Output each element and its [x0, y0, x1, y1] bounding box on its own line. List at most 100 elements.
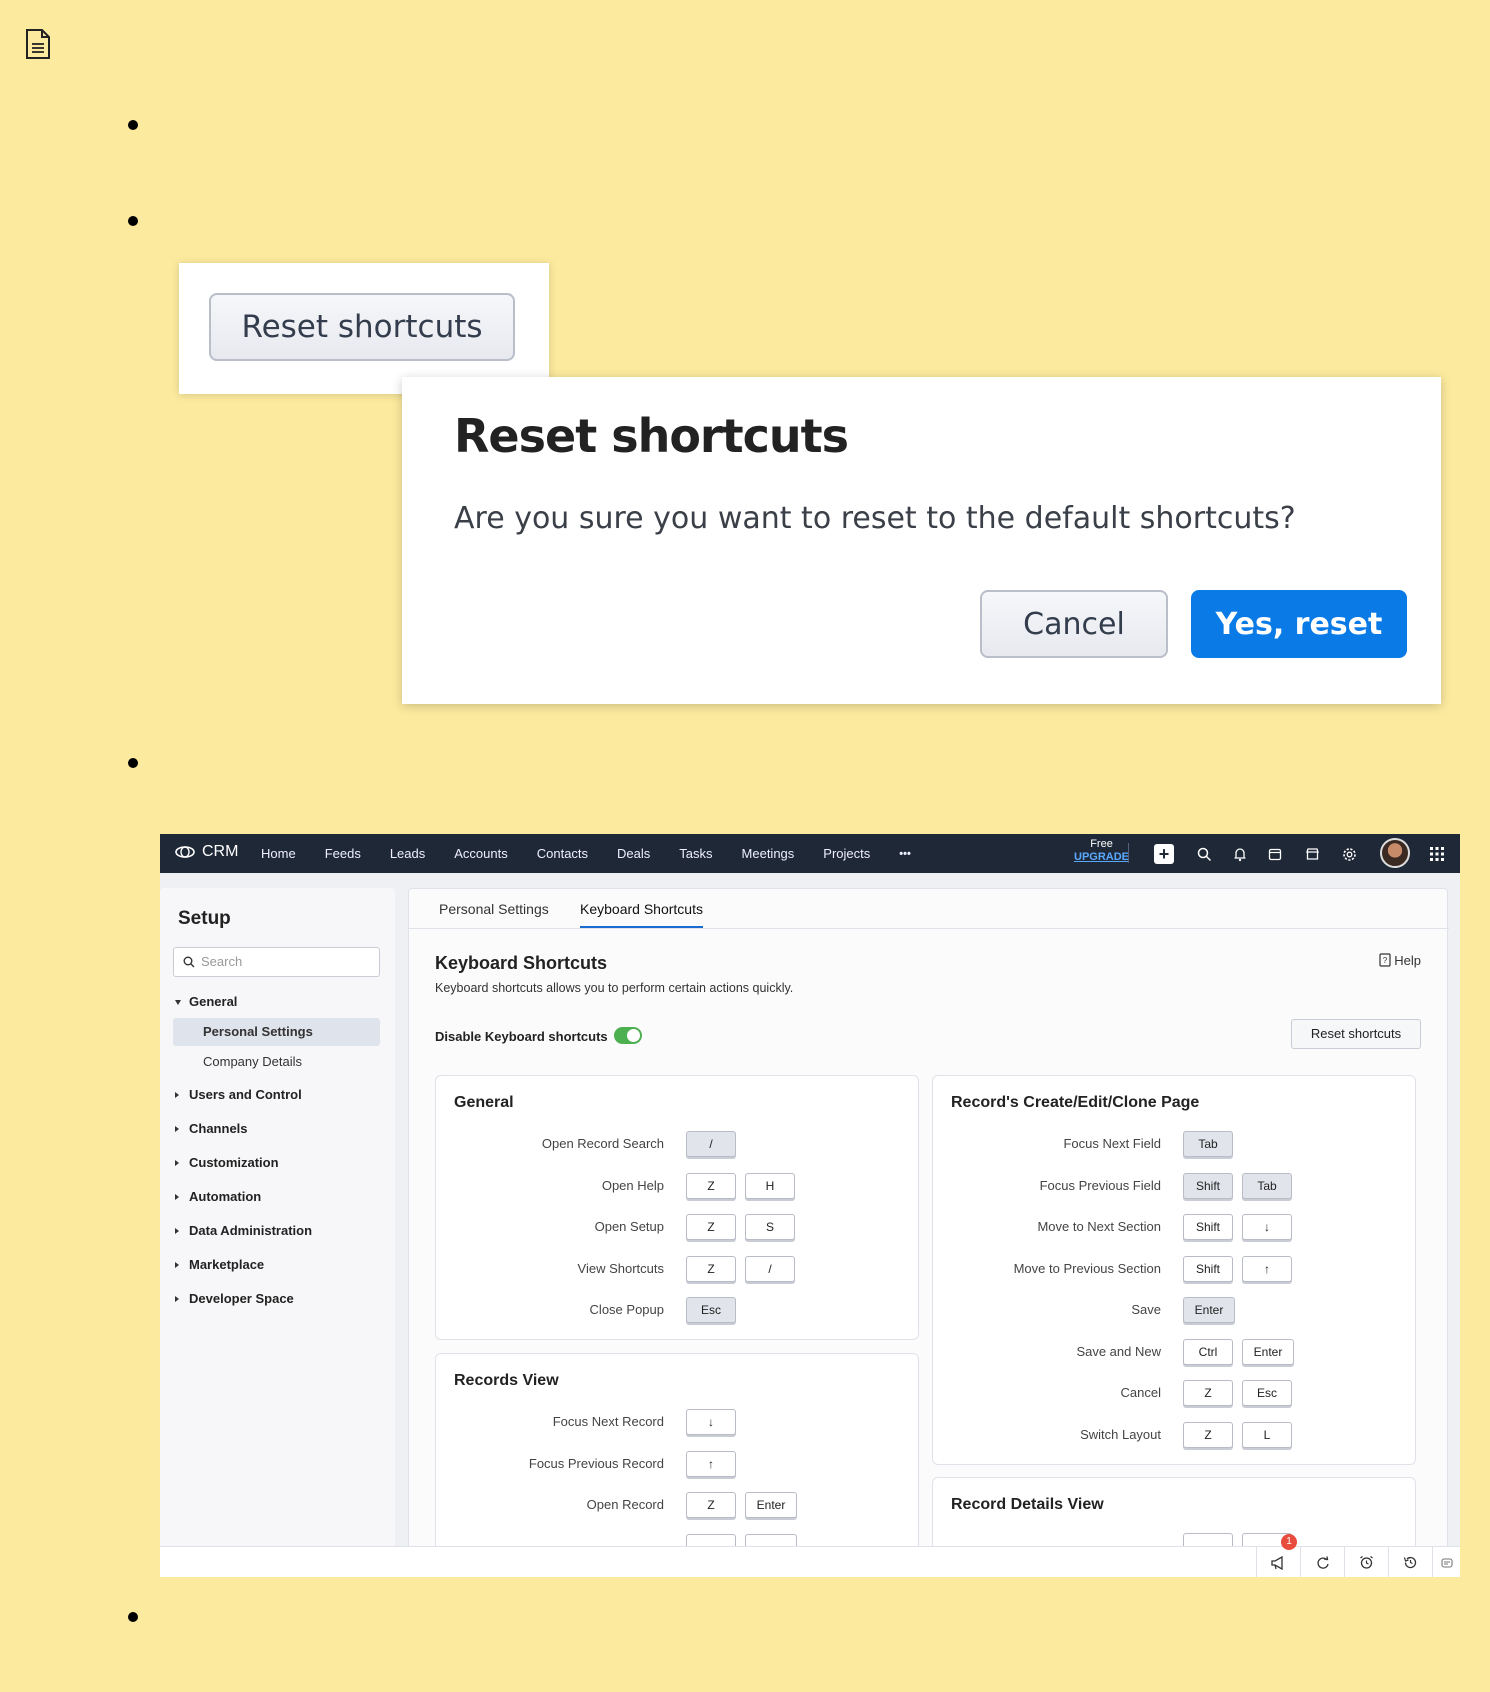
shortcut-label: Move to Previous Section [1013, 1261, 1161, 1276]
key-cap: S [745, 1214, 795, 1240]
plus-icon[interactable]: + [1154, 844, 1174, 864]
svg-text:?: ? [1382, 956, 1387, 965]
card-title: Record Details View [951, 1496, 1104, 1513]
shortcut-row: Move to Next Section [933, 1214, 1161, 1240]
sidebar-item-marketplace[interactable]: Marketplace [173, 1251, 380, 1279]
shortcut-label: Move to Next Section [1037, 1219, 1161, 1234]
sidebar-item-label: Data Administration [189, 1223, 313, 1238]
shortcut-label: Open Record [586, 1497, 664, 1512]
search-icon[interactable] [1194, 844, 1214, 864]
sidebar-item-label: General [189, 994, 238, 1009]
sidebar-item-label: Personal Settings [203, 1024, 313, 1039]
alarm-clock-icon[interactable] [1344, 1547, 1388, 1577]
nav-home[interactable]: Home [261, 846, 296, 861]
key-cap: Shift [1183, 1214, 1233, 1240]
shortcut-row: Close Popup [436, 1297, 664, 1323]
key-cap: Z [686, 1214, 736, 1240]
key-cap: ↓ [686, 1409, 736, 1435]
key-cap: Shift [1183, 1256, 1233, 1282]
key-cap: Z [1183, 1422, 1233, 1448]
plan-indicator[interactable]: Free UPGRADE [1074, 838, 1129, 864]
shortcut-label: Save [1131, 1302, 1161, 1317]
nav-accounts[interactable]: Accounts [454, 846, 507, 861]
more-menu-icon[interactable]: ••• [899, 848, 911, 860]
sidebar-item-label: Customization [189, 1155, 279, 1170]
sidebar-item-data-administration[interactable]: Data Administration [173, 1217, 380, 1245]
key-cap: Tab [1183, 1131, 1233, 1157]
disable-shortcuts-toggle[interactable] [614, 1027, 642, 1044]
nav-leads[interactable]: Leads [390, 846, 425, 861]
shortcut-row: Open Help [436, 1173, 664, 1199]
shortcut-row: Save and New [933, 1339, 1161, 1365]
key-cap: Z [686, 1256, 736, 1282]
key-cap: / [686, 1131, 736, 1157]
upgrade-link[interactable]: UPGRADE [1074, 851, 1129, 864]
sidebar-item-label: Marketplace [189, 1257, 265, 1272]
shortcut-row: Open Record [436, 1492, 664, 1518]
notification-badge: 1 [1281, 1534, 1297, 1550]
crm-logo-icon [175, 846, 195, 858]
announcement-icon[interactable] [1256, 1547, 1300, 1577]
tab-personal-settings[interactable]: Personal Settings [439, 901, 549, 917]
card-title: Records View [454, 1372, 559, 1389]
sidebar-item-channels[interactable]: Channels [173, 1115, 380, 1143]
shortcut-label: Focus Next Record [552, 1414, 664, 1429]
sidebar-item-general[interactable]: General [173, 988, 380, 1016]
calendar-icon[interactable] [1265, 844, 1285, 864]
main-nav: Home Feeds Leads Accounts Contacts Deals… [261, 834, 940, 873]
record-create-edit-card: Record's Create/Edit/Clone Page Focus Ne… [932, 1075, 1416, 1465]
crm-logo[interactable]: CRM [174, 843, 238, 861]
shortcut-row: Focus Next Field [933, 1131, 1161, 1157]
key-cap: Esc [1242, 1380, 1292, 1406]
chevron-right-icon [175, 1160, 179, 1166]
key-cap: Esc [686, 1297, 736, 1323]
sidebar-item-automation[interactable]: Automation [173, 1183, 380, 1211]
sidebar-item-personal-settings[interactable]: Personal Settings [173, 1018, 380, 1046]
history-icon[interactable] [1388, 1547, 1432, 1577]
apps-grid-icon[interactable] [1427, 844, 1447, 864]
sidebar-item-developer-space[interactable]: Developer Space [173, 1285, 380, 1313]
gear-icon[interactable] [1339, 844, 1359, 864]
dialog-message: Are you sure you want to reset to the de… [454, 501, 1296, 536]
shortcut-label: View Shortcuts [577, 1261, 664, 1276]
nav-meetings[interactable]: Meetings [742, 846, 795, 861]
chevron-down-icon [175, 1000, 181, 1005]
avatar[interactable] [1380, 838, 1410, 868]
marketplace-icon[interactable] [1302, 844, 1322, 864]
reset-shortcuts-button[interactable]: Reset shortcuts [209, 293, 515, 361]
confirm-reset-button[interactable]: Yes, reset [1191, 590, 1407, 658]
shortcut-row: Save [933, 1297, 1161, 1323]
nav-feeds[interactable]: Feeds [325, 846, 361, 861]
sidebar-search-input[interactable]: Search [173, 947, 380, 977]
shortcut-label: Focus Previous Field [1039, 1178, 1161, 1193]
chat-icon[interactable] [1432, 1547, 1460, 1577]
nav-tasks[interactable]: Tasks [679, 846, 712, 861]
key-cap: Enter [745, 1492, 797, 1518]
nav-contacts[interactable]: Contacts [537, 846, 588, 861]
shortcut-label: Close Popup [589, 1302, 664, 1317]
help-icon: ? [1379, 953, 1391, 967]
key-cap: Z [1183, 1380, 1233, 1406]
sidebar-item-users-and-control[interactable]: Users and Control [173, 1081, 380, 1109]
bottom-toolbar [160, 1546, 1460, 1577]
plan-free-label: Free [1090, 838, 1113, 850]
key-cap: Enter [1183, 1297, 1235, 1323]
nav-deals[interactable]: Deals [617, 846, 650, 861]
cancel-button[interactable]: Cancel [980, 590, 1168, 658]
reset-confirm-dialog: Reset shortcuts Are you sure you want to… [402, 377, 1441, 704]
shortcut-label: Switch Layout [1080, 1427, 1161, 1442]
shortcut-label: Save and New [1076, 1344, 1161, 1359]
sidebar-item-company-details[interactable]: Company Details [173, 1048, 380, 1076]
shortcut-row: Focus Previous Record [436, 1451, 664, 1477]
key-cap: ↑ [1242, 1256, 1292, 1282]
document-icon [26, 29, 50, 59]
help-link[interactable]: ? Help [1379, 953, 1421, 968]
nav-projects[interactable]: Projects [823, 846, 870, 861]
sidebar-item-customization[interactable]: Customization [173, 1149, 380, 1177]
chevron-right-icon [175, 1296, 179, 1302]
bell-icon[interactable] [1230, 844, 1250, 864]
refresh-icon[interactable] [1300, 1547, 1344, 1577]
reset-shortcuts-button[interactable]: Reset shortcuts [1291, 1019, 1421, 1049]
key-cap: Ctrl [1183, 1339, 1233, 1365]
tab-keyboard-shortcuts[interactable]: Keyboard Shortcuts [580, 901, 703, 928]
